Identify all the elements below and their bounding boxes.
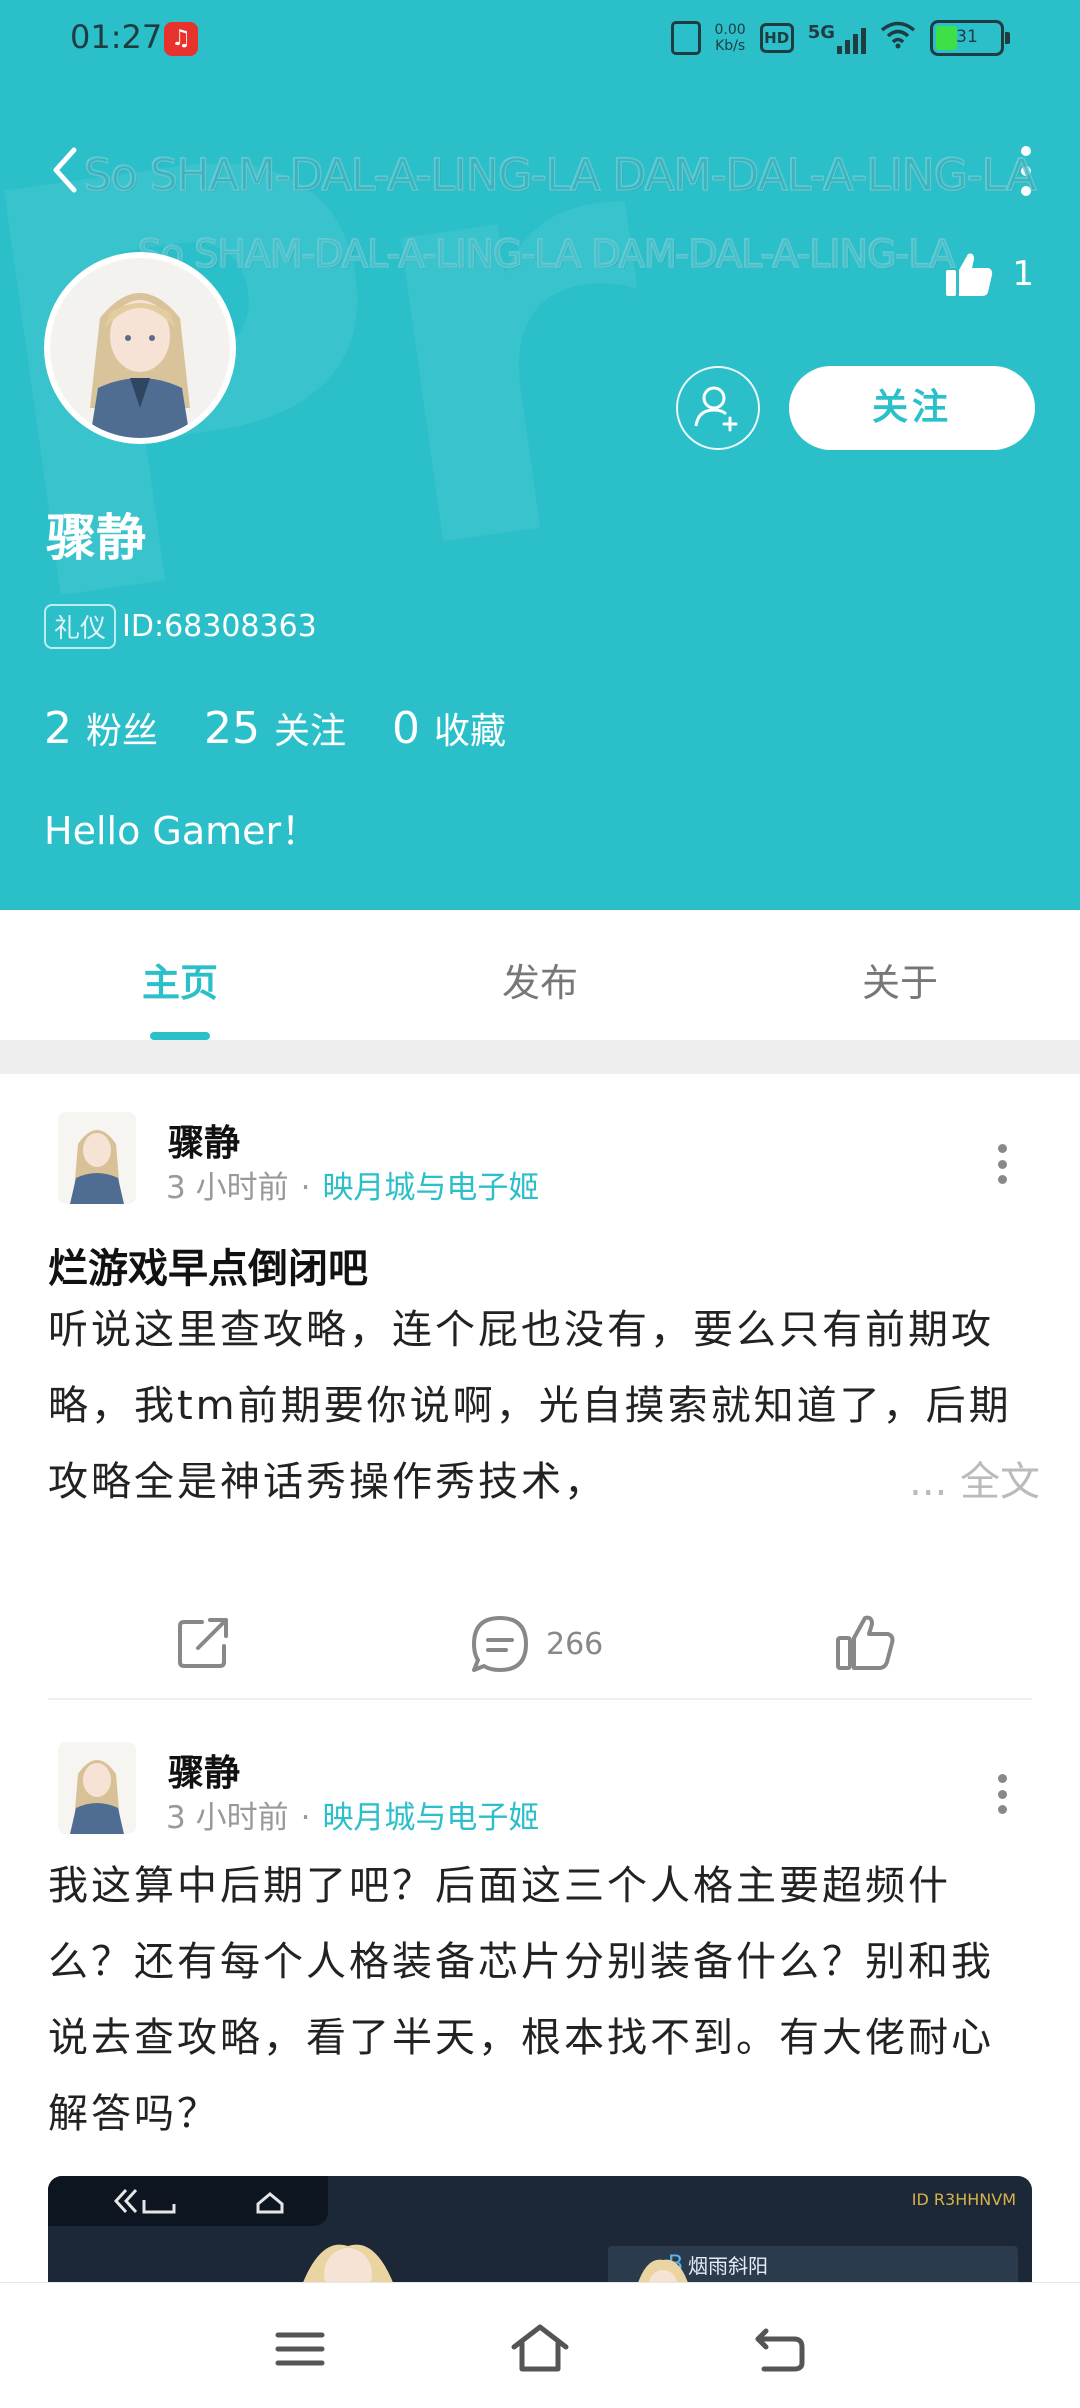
post-meta: 3 小时前 · 映月城与电子姬 (166, 1800, 540, 1836)
profile-tabs: 主页 发布 关于 (0, 910, 1080, 1040)
post-body: 听说这里查攻略，连个屁也没有，要么只有前期攻略，我tm前期要你说啊，光自摸索就知… (48, 1307, 1012, 1505)
tab-active-indicator (150, 1032, 210, 1040)
comment-count: 266 (546, 1626, 604, 1662)
vibrate-icon (670, 21, 701, 55)
profile-like[interactable]: 1 (944, 250, 1034, 298)
share-button[interactable] (174, 1612, 234, 1672)
menu-icon[interactable] (270, 2319, 330, 2379)
post-author-name[interactable]: 骤静 (168, 1114, 240, 1166)
net-speed: 0.00 Kb/s (714, 22, 746, 54)
profile-like-count: 1 (1012, 254, 1034, 294)
read-more-link[interactable]: ... 全文 (899, 1444, 1040, 1520)
post-actions: 266 (0, 1612, 1080, 1692)
follow-button[interactable]: 关注 (789, 366, 1035, 450)
profile-avatar[interactable] (44, 252, 236, 444)
stat-following[interactable]: 25 关注 (204, 702, 346, 754)
profile-id: ID:68308363 (122, 609, 317, 644)
post-card[interactable]: 骤静 3 小时前 · 映月城与电子姬 烂游戏早点倒闭吧 听说这里查攻略，连个屁也没有… (0, 1074, 1080, 1706)
status-time: 01:27 (70, 18, 163, 56)
profile-username: 骤静 (46, 509, 146, 567)
post-author-avatar[interactable] (58, 1742, 136, 1834)
tab-home[interactable]: 主页 (0, 910, 360, 1040)
post-divider (48, 1698, 1032, 1700)
tab-posts[interactable]: 发布 (360, 910, 720, 1040)
profile-id-row: 礼仪 ID:68308363 (44, 604, 317, 649)
post-forum-link[interactable]: 映月城与电子姬 (322, 1800, 539, 1836)
share-icon (178, 1618, 228, 1668)
tab-about[interactable]: 关于 (720, 910, 1080, 1040)
signal-icon: 5G (808, 22, 866, 54)
id-badge: 礼仪 (44, 604, 117, 649)
post-title: 烂游戏早点倒闭吧 (48, 1246, 368, 1292)
comment-icon (472, 1616, 528, 1672)
post-card[interactable]: 骤静 3 小时前 · 映月城与电子姬 我这算中后期了吧？后面这三个人格主要超频什么？… (0, 1706, 1080, 2296)
like-button[interactable] (834, 1612, 898, 1672)
post-more-icon[interactable] (998, 1144, 1008, 1184)
post-body: 我这算中后期了吧？后面这三个人格主要超频什么？还有每个人格装备芯片分别装备什么？… (48, 1863, 994, 2137)
stat-followers[interactable]: 2 粉丝 (44, 702, 158, 754)
status-icons: 0.00 Kb/s HD 5G 31 (670, 20, 1010, 56)
profile-header: Pr 01:27 ♫ 0.00 Kb/s HD 5G 31 So SHAM-DA… (0, 0, 1080, 910)
post-meta: 3 小时前 · 映月城与电子姬 (166, 1170, 540, 1206)
back-nav-icon[interactable] (750, 2319, 810, 2379)
image-id-label: ID R3HHNVM (911, 2190, 1016, 2209)
post-time: 3 小时前 (166, 1170, 289, 1206)
thumbs-up-icon (946, 253, 993, 296)
netease-music-icon: ♫ (164, 22, 198, 56)
wifi-icon (880, 21, 916, 56)
profile-stats: 2 粉丝 25 关注 0 收藏 (44, 702, 506, 754)
signature-marquee-line-2: So SHAM-DAL-A-LING-LA DAM-DAL-A-LING-LA (137, 231, 956, 277)
thumbs-up-outline-icon (836, 1615, 895, 1670)
post-author-avatar[interactable] (58, 1112, 136, 1204)
hd-icon: HD (759, 23, 794, 53)
post-image[interactable]: ID R3HHNVM 烟雨斜阳 B (48, 2176, 1032, 2296)
post-more-icon[interactable] (998, 1774, 1008, 1814)
post-author-name[interactable]: 骤静 (168, 1744, 240, 1796)
section-divider (0, 1040, 1080, 1074)
post-forum-link[interactable]: 映月城与电子姬 (322, 1170, 539, 1206)
status-bar: 01:27 ♫ 0.00 Kb/s HD 5G 31 (0, 0, 1080, 80)
add-friend-button[interactable] (676, 366, 760, 450)
add-user-icon (694, 386, 738, 432)
signature-marquee-line-1: So SHAM-DAL-A-LING-LA DAM-DAL-A-LING-LA (83, 149, 1037, 202)
system-nav-bar (0, 2282, 1080, 2408)
battery-icon: 31 (930, 20, 1010, 56)
comment-button[interactable]: 266 (468, 1612, 603, 1676)
home-icon[interactable] (508, 2319, 569, 2379)
profile-bio: Hello Gamer！ (44, 809, 320, 853)
post-time: 3 小时前 (166, 1800, 289, 1836)
stat-favorites[interactable]: 0 收藏 (392, 702, 506, 754)
